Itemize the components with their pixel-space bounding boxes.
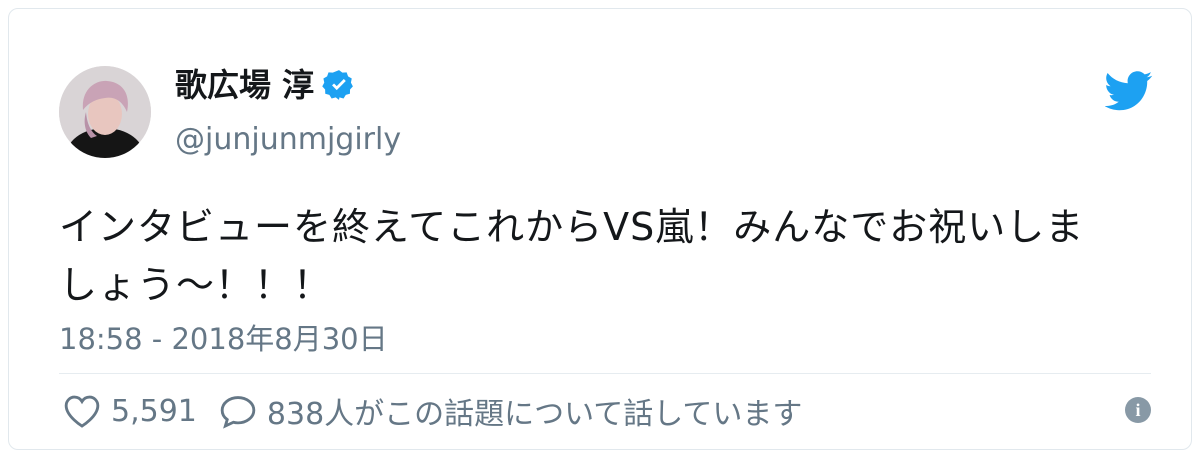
tweet-card: 歌広場 淳 @junjunmjgirly インタビューを終えてこれからVS嵐！み… bbox=[8, 8, 1192, 450]
timestamp[interactable]: 18:58 - 2018年8月30日 bbox=[59, 321, 388, 357]
info-icon[interactable]: i bbox=[1125, 397, 1151, 423]
reply-button[interactable]: 838人がこの話題について話しています bbox=[219, 389, 802, 433]
speech-bubble-icon bbox=[220, 396, 256, 429]
tweet-text-line: インタビューを終えてこれからVS嵐！みんなでお祝いしま bbox=[59, 205, 1085, 249]
tweet-text: インタビューを終えてこれからVS嵐！みんなでお祝いしま しょう～！！！ bbox=[59, 198, 1149, 314]
divider bbox=[59, 373, 1151, 374]
heart-icon bbox=[64, 395, 100, 428]
avatar-image bbox=[59, 66, 151, 158]
user-handle[interactable]: @junjunmjgirly bbox=[175, 121, 401, 159]
like-button[interactable]: 5,591 bbox=[63, 393, 219, 429]
avatar[interactable] bbox=[59, 66, 151, 158]
like-count: 5,591 bbox=[111, 393, 197, 429]
display-name[interactable]: 歌広場 淳 bbox=[175, 65, 356, 105]
tweet-text-line: しょう～！！！ bbox=[59, 263, 333, 307]
action-bar: 5,591 838人がこの話題について話しています bbox=[63, 389, 802, 433]
display-name-text: 歌広場 淳 bbox=[175, 66, 315, 104]
twitter-bird-icon[interactable] bbox=[1105, 71, 1153, 111]
reply-summary: 838人がこの話題について話しています bbox=[266, 397, 803, 432]
verified-badge-icon bbox=[322, 70, 354, 100]
